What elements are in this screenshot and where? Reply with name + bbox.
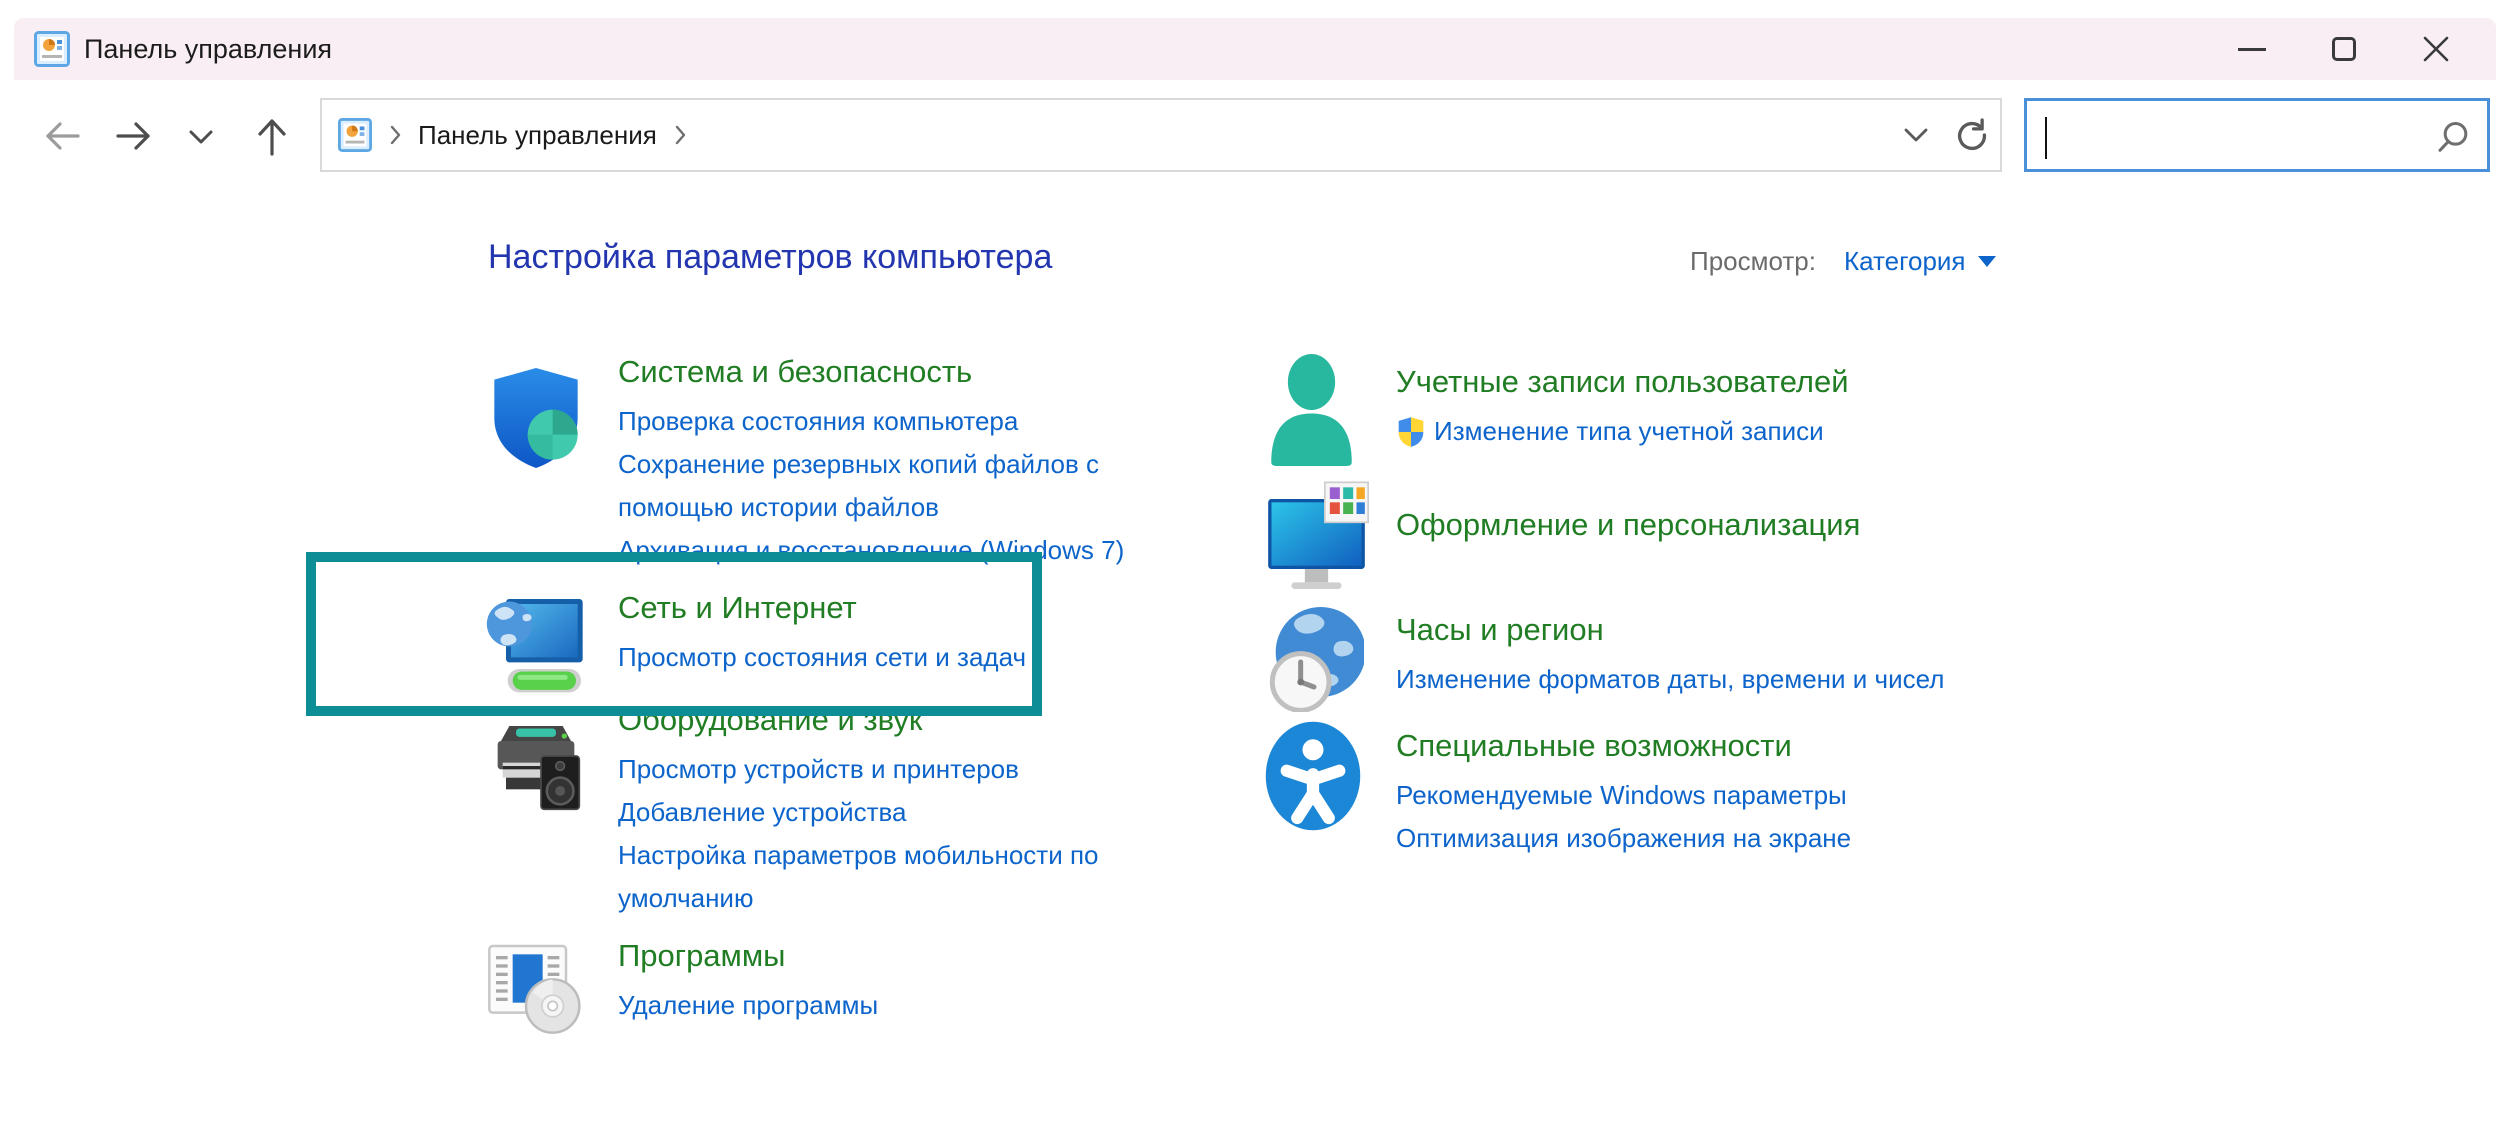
view-by-dropdown-icon[interactable] (1978, 256, 1996, 267)
category-title-programs[interactable]: Программы (618, 936, 1163, 976)
task-link-uninstall-program[interactable]: Удаление программы (618, 984, 1163, 1027)
clock-region-icon[interactable] (1264, 602, 1364, 717)
refresh-button[interactable] (1944, 100, 2000, 170)
task-link-add-device[interactable]: Добавление устройства (618, 791, 1163, 834)
control-panel-icon (338, 118, 372, 152)
task-link-security-status[interactable]: Проверка состояния компьютера (618, 400, 1163, 443)
uac-shield-icon (1396, 416, 1426, 448)
task-link-label: Изменение типа учетной записи (1434, 410, 1824, 453)
back-button[interactable] (38, 117, 84, 155)
category-title-system-security[interactable]: Система и безопасность (618, 352, 1163, 392)
maximize-icon (2332, 37, 2356, 61)
category-title-network-internet[interactable]: Сеть и Интернет (618, 588, 1163, 628)
system-security-icon[interactable] (486, 364, 586, 477)
category-title-clock-region[interactable]: Часы и регион (1396, 610, 2056, 650)
category-title-hardware-sound[interactable]: Оборудование и звук (618, 700, 1163, 740)
task-link-date-time-formats[interactable]: Изменение форматов даты, времени и чисел (1396, 658, 2056, 701)
refresh-icon (1952, 115, 1992, 155)
breadcrumb-chevron-icon[interactable] (673, 124, 687, 146)
view-by-control: Просмотр: Категория (1690, 246, 1996, 277)
breadcrumb-chevron-icon[interactable] (388, 124, 402, 146)
task-link-backup-restore[interactable]: Архивация и восстановление (Windows 7) (618, 529, 1163, 572)
view-by-value[interactable]: Категория (1844, 246, 1966, 277)
control-panel-icon (34, 31, 70, 67)
text-caret (2045, 117, 2047, 159)
previous-locations-button[interactable] (1888, 100, 1944, 170)
task-link-devices-printers[interactable]: Просмотр устройств и принтеров (618, 748, 1163, 791)
close-icon (2421, 34, 2451, 64)
forward-button[interactable] (112, 117, 158, 155)
close-button[interactable] (2390, 18, 2482, 80)
appearance-personalization-icon[interactable] (1264, 479, 1369, 594)
task-link-change-account-type[interactable]: Изменение типа учетной записи (1396, 410, 2056, 453)
address-bar-controls (1888, 100, 2000, 170)
breadcrumb-item-control-panel[interactable]: Панель управления (418, 120, 657, 151)
programs-icon[interactable] (486, 936, 586, 1041)
accessibility-icon[interactable] (1264, 720, 1362, 837)
minimize-icon (2238, 48, 2266, 51)
network-internet-icon[interactable] (486, 588, 586, 705)
control-panel-window: Панель управления (0, 0, 2510, 1129)
category-title-user-accounts[interactable]: Учетные записи пользователей (1396, 362, 2056, 402)
category-title-appearance[interactable]: Оформление и персонализация (1396, 505, 2056, 545)
search-box (2024, 98, 2490, 172)
search-input[interactable] (2027, 101, 2487, 169)
task-link-optimize-display[interactable]: Оптимизация изображения на экране (1396, 817, 2056, 860)
view-by-label: Просмотр: (1690, 246, 1816, 277)
task-link-network-status[interactable]: Просмотр состояния сети и задач (618, 636, 1163, 679)
category-title-accessibility[interactable]: Специальные возможности (1396, 726, 2056, 766)
window-controls (2206, 18, 2482, 80)
titlebar: Панель управления (14, 18, 2496, 80)
task-link-mobility-settings[interactable]: Настройка параметров мобильности по умол… (618, 834, 1163, 920)
task-link-recommended-settings[interactable]: Рекомендуемые Windows параметры (1396, 774, 2056, 817)
task-link-file-history[interactable]: Сохранение резервных копий файлов с помо… (618, 443, 1163, 529)
search-icon (2433, 118, 2473, 158)
minimize-button[interactable] (2206, 18, 2298, 80)
window-title: Панель управления (84, 34, 332, 65)
recent-locations-chevron-icon[interactable] (188, 128, 214, 146)
breadcrumb: Панель управления (338, 118, 687, 152)
maximize-button[interactable] (2298, 18, 2390, 80)
page-title: Настройка параметров компьютера (488, 238, 1052, 277)
up-button[interactable] (252, 114, 292, 158)
address-bar[interactable]: Панель управления (320, 98, 2002, 172)
chevron-down-icon (1903, 126, 1929, 144)
hardware-sound-icon[interactable] (486, 716, 586, 821)
user-accounts-icon[interactable] (1264, 354, 1359, 471)
